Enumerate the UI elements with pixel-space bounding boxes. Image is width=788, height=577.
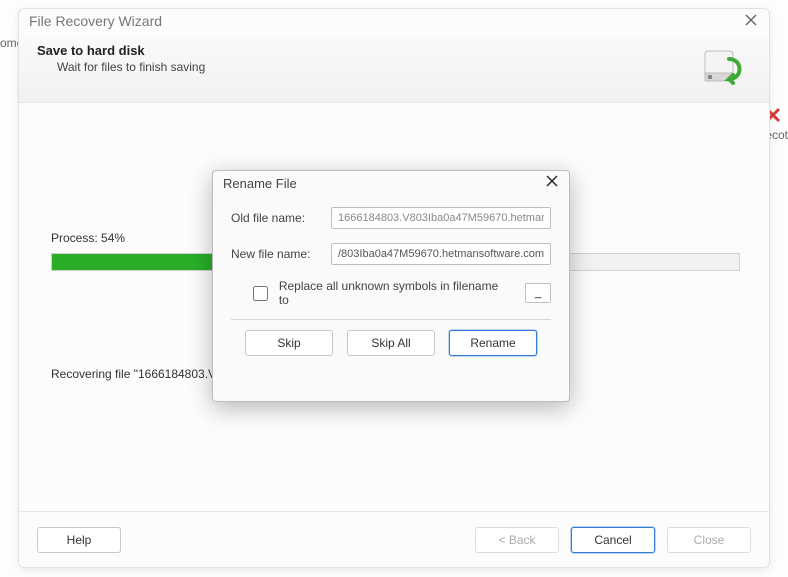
- recovering-file-label: Recovering file "1666184803.V: [51, 367, 216, 381]
- replace-symbols-checkbox[interactable]: [253, 286, 268, 301]
- wizard-footer: Help < Back Cancel Close: [19, 511, 769, 567]
- replace-symbol-field[interactable]: [525, 283, 551, 303]
- new-filename-label: New file name:: [231, 247, 331, 261]
- modal-separator: [231, 319, 551, 320]
- old-filename-label: Old file name:: [231, 211, 331, 225]
- rename-file-dialog: Rename File Old file name: New file name…: [212, 170, 570, 402]
- process-label: Process: 54%: [51, 231, 125, 245]
- wizard-header: Save to hard disk Wait for files to fini…: [19, 37, 769, 103]
- replace-symbols-label: Replace all unknown symbols in filename …: [279, 279, 509, 307]
- hard-disk-save-icon: [699, 45, 749, 92]
- modal-body: Old file name: New file name: Replace al…: [213, 199, 569, 370]
- wizard-titlebar[interactable]: File Recovery Wizard: [19, 9, 769, 37]
- new-filename-field[interactable]: [331, 243, 551, 265]
- skip-all-button[interactable]: Skip All: [347, 330, 435, 356]
- wizard-close-button[interactable]: [741, 13, 761, 33]
- close-icon: [744, 13, 758, 27]
- rename-button[interactable]: Rename: [449, 330, 537, 356]
- close-icon: [545, 174, 559, 188]
- back-button: < Back: [475, 527, 559, 553]
- close-button: Close: [667, 527, 751, 553]
- cancel-button[interactable]: Cancel: [571, 527, 655, 553]
- header-title: Save to hard disk: [37, 43, 751, 58]
- modal-title: Rename File: [223, 176, 297, 191]
- old-filename-field: [331, 207, 551, 229]
- skip-button[interactable]: Skip: [245, 330, 333, 356]
- help-button[interactable]: Help: [37, 527, 121, 553]
- wizard-title: File Recovery Wizard: [29, 13, 162, 29]
- modal-titlebar[interactable]: Rename File: [213, 171, 569, 199]
- header-subtitle: Wait for files to finish saving: [57, 60, 751, 74]
- modal-close-button[interactable]: [541, 174, 563, 196]
